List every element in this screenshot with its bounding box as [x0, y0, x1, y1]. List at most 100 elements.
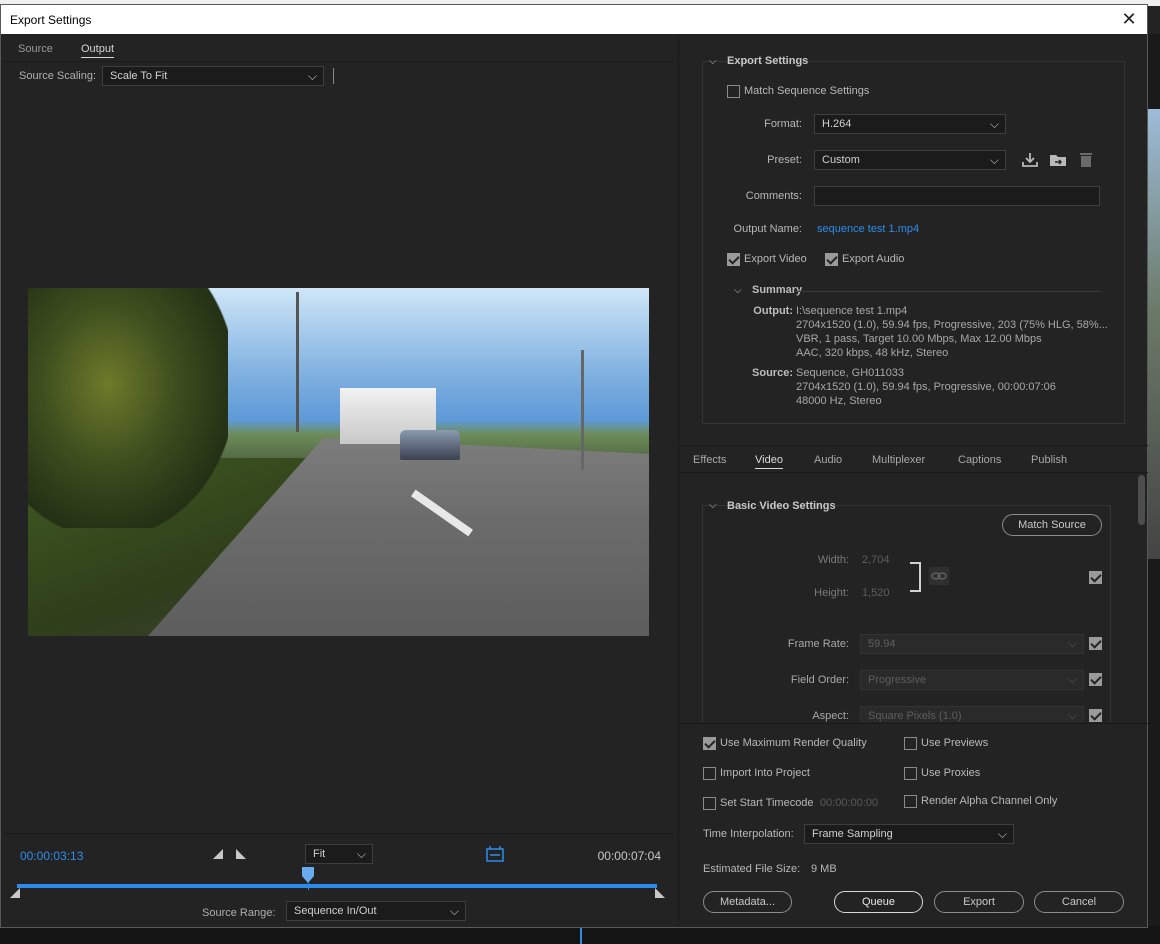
chevron-down-icon	[357, 847, 366, 862]
queue-button[interactable]: Queue	[834, 891, 923, 913]
cancel-button[interactable]: Cancel	[1034, 891, 1124, 913]
title-bar[interactable]: Export Settings ✕	[1, 5, 1147, 34]
source-scaling-dropdown[interactable]: Scale To Fit	[102, 66, 324, 86]
match-sequence-checkbox[interactable]	[727, 85, 740, 98]
collapse-summary-icon[interactable]	[734, 285, 742, 296]
collapse-basic-video-icon[interactable]	[709, 500, 717, 511]
preset-label: Preset:	[767, 154, 802, 166]
export-settings-heading: Export Settings	[727, 55, 809, 67]
chevron-down-icon	[308, 69, 317, 84]
delete-preset-icon[interactable]	[1077, 151, 1095, 167]
source-scaling-label: Source Scaling:	[19, 70, 97, 82]
settings-scrollbar[interactable]	[1137, 475, 1146, 723]
match-source-button[interactable]: Match Source	[1002, 514, 1102, 536]
height-label: Height:	[814, 587, 849, 599]
tab-audio[interactable]: Audio	[814, 454, 842, 466]
end-timecode: 00:00:07:04	[597, 849, 661, 863]
max-render-quality-label: Use Maximum Render Quality	[720, 737, 867, 749]
format-dropdown[interactable]: H.264	[814, 114, 1006, 134]
use-previews-checkbox[interactable]	[904, 737, 917, 750]
constrain-bracket-icon	[910, 562, 921, 592]
start-timecode-value[interactable]: 00:00:00:00	[820, 797, 878, 809]
save-preset-icon[interactable]	[1021, 152, 1039, 168]
height-value: 1,520	[862, 587, 890, 599]
use-proxies-checkbox[interactable]	[904, 767, 917, 780]
field-order-value: Progressive	[868, 674, 927, 686]
output-name-link[interactable]: sequence test 1.mp4	[817, 223, 919, 235]
background-preview	[1148, 109, 1160, 559]
export-video-checkbox[interactable]	[727, 253, 740, 266]
background-playhead	[580, 926, 582, 944]
import-into-project-checkbox[interactable]	[703, 767, 716, 780]
chevron-down-icon	[998, 827, 1007, 842]
summary-source-line: Sequence, GH011033	[796, 367, 905, 379]
set-start-timecode-checkbox[interactable]	[703, 797, 716, 810]
current-timecode[interactable]: 00:00:03:13	[20, 849, 83, 863]
out-point-handle[interactable]	[655, 888, 665, 898]
source-scaling-value: Scale To Fit	[110, 70, 168, 82]
export-button[interactable]: Export	[934, 891, 1024, 913]
time-interpolation-value: Frame Sampling	[812, 828, 893, 840]
playhead-line	[308, 882, 309, 890]
mark-in-icon[interactable]	[211, 847, 225, 861]
field-order-match-checkbox[interactable]	[1089, 673, 1102, 686]
summary-source-line: 2704x1520 (1.0), 59.94 fps, Progressive,…	[796, 381, 1056, 393]
width-label: Width:	[817, 554, 849, 566]
source-range-dropdown[interactable]: Sequence In/Out	[286, 901, 466, 921]
preset-dropdown[interactable]: Custom	[814, 150, 1006, 170]
video-preview-frame	[28, 288, 649, 636]
preview-area	[3, 90, 673, 833]
dimensions-match-checkbox[interactable]	[1089, 571, 1102, 584]
frame-rate-dropdown[interactable]: 59.94	[860, 634, 1084, 654]
summary-heading: Summary	[752, 284, 803, 296]
chevron-down-icon	[1068, 672, 1077, 687]
settings-pane: Export Settings Match Sequence Settings …	[678, 35, 1148, 927]
field-order-dropdown[interactable]: Progressive	[860, 670, 1084, 690]
scrub-bar[interactable]	[17, 884, 657, 888]
comments-label: Comments:	[745, 190, 802, 202]
time-interpolation-dropdown[interactable]: Frame Sampling	[804, 824, 1014, 844]
summary-output-key: Output:	[753, 305, 793, 317]
field-order-label: Field Order:	[790, 674, 849, 686]
comments-field[interactable]	[814, 186, 1100, 206]
metadata-button[interactable]: Metadata...	[703, 891, 792, 913]
import-preset-icon[interactable]	[1049, 152, 1067, 168]
tab-publish[interactable]: Publish	[1031, 454, 1067, 466]
format-value: H.264	[822, 118, 852, 130]
export-audio-label: Export Audio	[842, 253, 905, 265]
collapse-export-settings-icon[interactable]	[709, 56, 717, 67]
video-lamp-post	[296, 292, 299, 432]
render-options-panel: Use Maximum Render Quality Use Previews …	[679, 723, 1148, 927]
render-alpha-checkbox[interactable]	[904, 795, 917, 808]
tab-captions[interactable]: Captions	[958, 454, 1001, 466]
in-point-handle[interactable]	[10, 888, 20, 898]
close-button[interactable]: ✕	[1117, 8, 1141, 30]
summary-output-line: AAC, 320 kbps, 48 kHz, Stereo	[796, 347, 949, 359]
estimated-size-label: Estimated File Size:	[703, 863, 801, 875]
aspect-toggle-icon[interactable]	[485, 845, 505, 863]
aspect-dropdown[interactable]: Square Pixels (1.0)	[860, 706, 1084, 722]
tab-source[interactable]: Source	[18, 43, 53, 55]
link-icon[interactable]	[929, 567, 949, 585]
aspect-match-checkbox[interactable]	[1089, 709, 1102, 722]
format-label: Format:	[764, 118, 802, 130]
use-previews-label: Use Previews	[921, 737, 989, 749]
frame-rate-match-checkbox[interactable]	[1089, 637, 1102, 650]
preview-pane: Source Output Source Scaling: Scale To F…	[3, 35, 673, 927]
export-settings-dialog: Export Settings ✕ Source Output Source S…	[0, 4, 1148, 928]
tab-effects[interactable]: Effects	[693, 454, 726, 466]
tab-video[interactable]: Video	[755, 454, 783, 469]
zoom-dropdown[interactable]: Fit	[305, 844, 373, 864]
set-start-timecode-label: Set Start Timecode	[720, 797, 814, 809]
playhead-handle[interactable]	[302, 867, 314, 883]
max-render-quality-checkbox[interactable]	[703, 737, 716, 750]
scrollbar-thumb[interactable]	[1138, 475, 1145, 525]
summary-source-line: 48000 Hz, Stereo	[796, 395, 882, 407]
export-audio-checkbox[interactable]	[825, 253, 838, 266]
source-range-value: Sequence In/Out	[294, 905, 377, 917]
tab-output[interactable]: Output	[81, 43, 115, 58]
summary-output-line: I:\sequence test 1.mp4	[796, 305, 908, 317]
tab-multiplexer[interactable]: Multiplexer	[872, 454, 925, 466]
aspect-value: Square Pixels (1.0)	[868, 710, 962, 722]
mark-out-icon[interactable]	[234, 847, 248, 861]
